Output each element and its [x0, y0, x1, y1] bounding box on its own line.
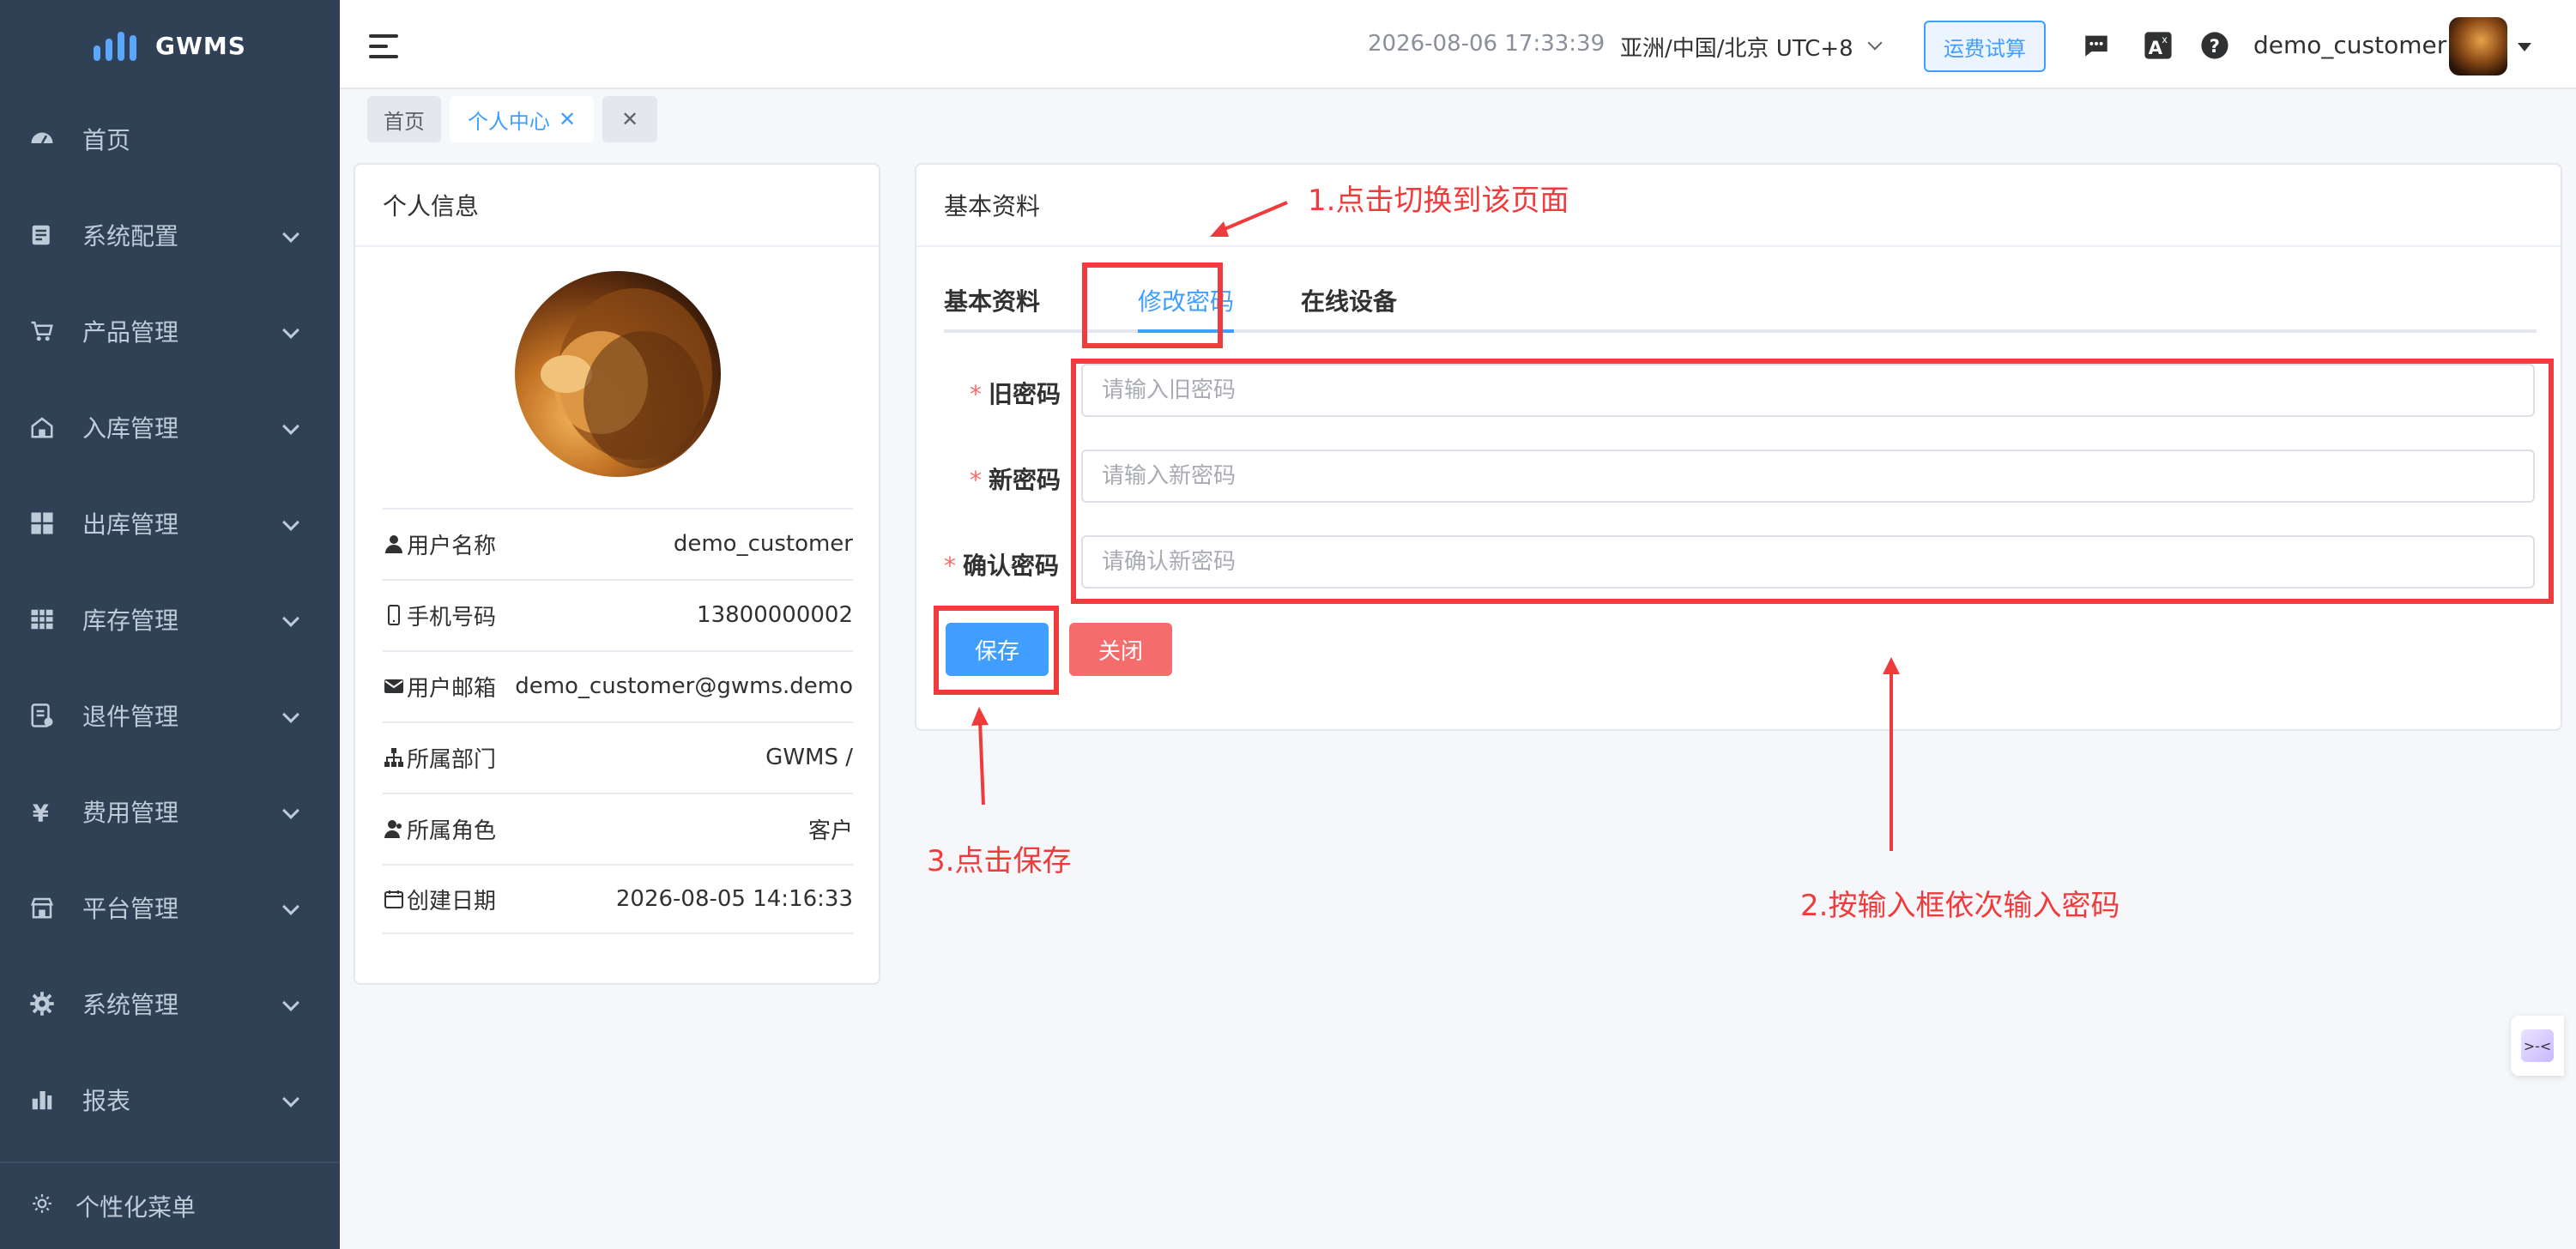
annotation-arrows: [971, 201, 1900, 851]
annotation-step2: 2.按输入框依次输入密码: [1800, 889, 2120, 923]
annotation-step1: 1.点击切换到该页面: [1308, 184, 1569, 218]
annotation-step3: 3.点击保存: [927, 844, 1072, 878]
assistant-widget[interactable]: >-<: [2511, 1016, 2564, 1076]
assistant-face-icon: >-<: [2521, 1029, 2554, 1062]
